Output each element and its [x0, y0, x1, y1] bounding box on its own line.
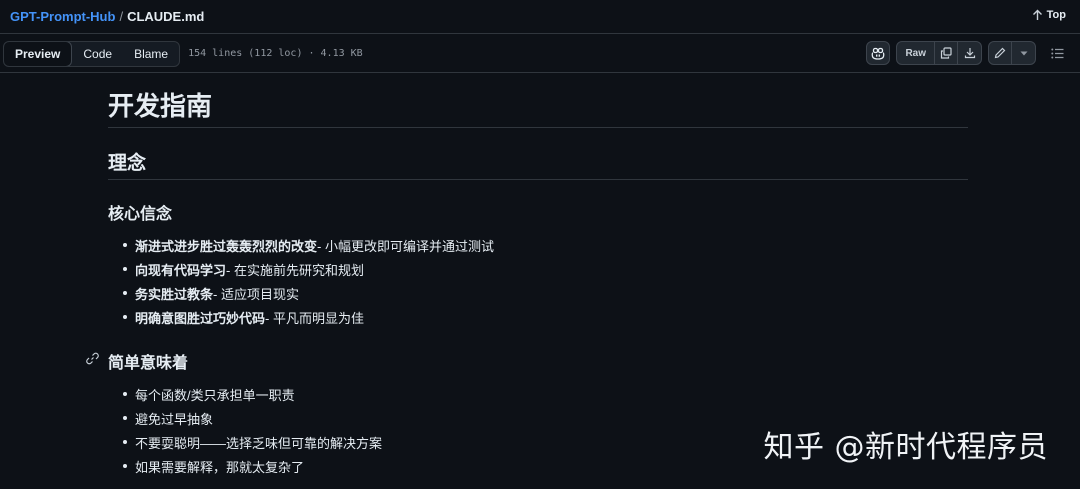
breadcrumb: GPT-Prompt-Hub / CLAUDE.md	[10, 9, 204, 24]
list-item-bold: 明确意图胜过巧妙代码	[135, 310, 266, 326]
breadcrumb-repo-link[interactable]: GPT-Prompt-Hub	[10, 9, 115, 24]
file-toolbar: Preview Code Blame 154 lines (112 loc) ·…	[0, 35, 1080, 73]
triangle-down-icon	[1020, 51, 1027, 55]
tab-blame[interactable]: Blame	[123, 42, 179, 66]
markdown-body: 开发指南 理念 核心信念 渐进式进步胜过轰轰烈烈的改变 - 小幅更改即可编译并通…	[86, 76, 968, 478]
core-beliefs-list: 渐进式进步胜过轰轰烈烈的改变 - 小幅更改即可编译并通过测试 向现有代码学习 -…	[123, 233, 968, 329]
tab-preview[interactable]: Preview	[4, 41, 73, 66]
list-item-bold: 渐进式进步胜过轰轰烈烈的改变	[135, 238, 318, 254]
list-item: 每个函数/类只承担单一职责	[123, 382, 968, 406]
watermark-text: 知乎 @新时代程序员	[763, 430, 1048, 465]
list-item-text: - 小幅更改即可编译并通过测试	[317, 238, 494, 254]
view-mode-switcher: Preview Code Blame	[3, 40, 181, 67]
edit-group	[988, 41, 1036, 65]
simple-means-heading: 简单意味着	[86, 349, 968, 373]
link-icon[interactable]	[86, 352, 99, 365]
breadcrumb-separator: /	[119, 9, 124, 24]
simple-means-heading-text: 简单意味着	[108, 355, 189, 372]
raw-button[interactable]: Raw	[897, 42, 935, 64]
copy-icon	[940, 47, 952, 59]
list-item-text: - 平凡而明显为佳	[265, 310, 364, 326]
copilot-button[interactable]	[866, 41, 891, 65]
list-item: 渐进式进步胜过轰轰烈烈的改变 - 小幅更改即可编译并通过测试	[123, 233, 968, 257]
file-header: GPT-Prompt-Hub / CLAUDE.md Top	[0, 0, 1080, 34]
arrow-up-icon	[1032, 9, 1042, 20]
list-item: 务实胜过教条 - 适应项目现实	[123, 281, 968, 305]
tab-code[interactable]: Code	[72, 42, 123, 66]
core-beliefs-heading: 核心信念	[108, 206, 173, 223]
section-heading: 理念	[108, 148, 968, 180]
list-item-bold: 向现有代码学习	[135, 262, 227, 278]
doc-title: 开发指南	[108, 76, 968, 128]
top-button[interactable]: Top	[1032, 9, 1066, 21]
edit-options-button[interactable]	[1012, 42, 1035, 64]
pencil-icon	[994, 47, 1006, 59]
list-item: 向现有代码学习 - 在实施前先研究和规划	[123, 257, 968, 281]
breadcrumb-file-name: CLAUDE.md	[127, 9, 205, 24]
edit-button[interactable]	[989, 42, 1012, 64]
list-item: 明确意图胜过巧妙代码 - 平凡而明显为佳	[123, 305, 968, 329]
download-button[interactable]	[958, 42, 981, 64]
list-item-text: - 在实施前先研究和规划	[226, 262, 364, 278]
raw-copy-download-group: Raw	[896, 41, 982, 65]
outline-button[interactable]	[1046, 41, 1068, 65]
copilot-icon	[872, 47, 885, 60]
list-unordered-icon	[1050, 48, 1063, 58]
file-info: 154 lines (112 loc) · 4.13 KB	[188, 48, 363, 59]
list-item-bold: 务实胜过教条	[135, 286, 214, 302]
copy-raw-button[interactable]	[935, 42, 958, 64]
file-actions: Raw	[866, 41, 1068, 65]
top-button-label: Top	[1046, 9, 1066, 21]
download-icon	[964, 48, 975, 59]
list-item-text: - 适应项目现实	[213, 286, 299, 302]
